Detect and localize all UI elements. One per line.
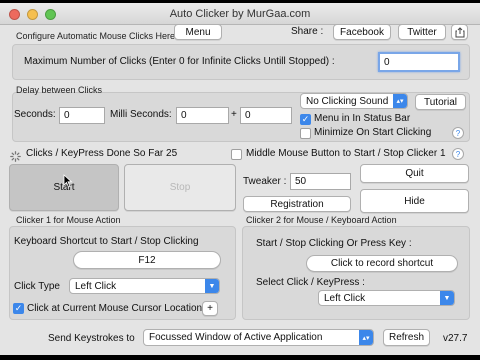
delay-label: Delay between Clicks <box>16 85 103 95</box>
plus-label: + <box>231 109 237 120</box>
cursor-icon <box>63 174 73 188</box>
click-keypress-value: Left Click <box>324 292 366 304</box>
click-keypress-select[interactable]: Left Click ▼ <box>318 290 455 306</box>
record-shortcut-button[interactable]: Click to record shortcut <box>306 255 458 272</box>
chevron-down-icon: ▼ <box>440 291 454 305</box>
menu-button[interactable]: Menu <box>174 24 222 40</box>
registration-button[interactable]: Registration <box>243 196 351 212</box>
tutorial-button[interactable]: Tutorial <box>415 94 466 110</box>
menu-status-bar-label: Menu in In Status Bar <box>314 113 411 124</box>
refresh-button[interactable]: Refresh <box>383 329 430 346</box>
click-type-value: Left Click <box>75 280 117 292</box>
chevron-updown-icon: ▴▾ <box>393 94 407 108</box>
sound-select-value: No Clicking Sound <box>306 95 389 107</box>
twitter-button[interactable]: Twitter <box>398 24 446 40</box>
middle-mouse-label: Middle Mouse Button to Start / Stop Clic… <box>246 148 446 159</box>
cursor-location-checkbox[interactable]: ✓ <box>13 303 24 314</box>
max-clicks-input[interactable]: 0 <box>378 52 460 72</box>
milliseconds-input[interactable]: 0 <box>176 107 229 124</box>
help-icon[interactable]: ? <box>452 127 464 139</box>
extra-delay-input[interactable]: 0 <box>240 107 292 124</box>
minimize-on-start-checkbox[interactable] <box>300 128 311 139</box>
facebook-button[interactable]: Facebook <box>333 24 391 40</box>
share-label: Share : <box>291 26 324 37</box>
app-window: Auto Clicker by MurGaa.com Configure Aut… <box>0 3 480 355</box>
start-stop-key-label: Start / Stop Clicking Or Press Key : <box>256 238 412 249</box>
spinner-icon <box>10 149 21 162</box>
window-title: Auto Clicker by MurGaa.com <box>169 8 311 20</box>
middle-mouse-checkbox[interactable] <box>231 149 242 160</box>
title-bar: Auto Clicker by MurGaa.com <box>0 3 480 25</box>
minimize-on-start-label: Minimize On Start Clicking <box>314 127 432 138</box>
cursor-location-label: Click at Current Mouse Cursor Location <box>27 303 203 314</box>
send-keystrokes-label: Send Keystrokes to <box>48 333 135 344</box>
max-clicks-label: Maximum Number of Clicks (Enter 0 for In… <box>24 56 335 67</box>
configure-label: Configure Automatic Mouse Clicks Here <box>16 31 176 41</box>
clicker2-title: Clicker 2 for Mouse / Keyboard Action <box>246 215 397 225</box>
select-click-label: Select Click / KeyPress : <box>256 277 365 288</box>
sound-select[interactable]: No Clicking Sound ▴▾ <box>300 93 408 109</box>
milliseconds-label: Milli Seconds: <box>110 109 172 120</box>
clicker1-title: Clicker 1 for Mouse Action <box>16 215 121 225</box>
keystroke-target-value: Focussed Window of Active Application <box>149 332 323 343</box>
menu-status-bar-checkbox[interactable]: ✓ <box>300 114 311 125</box>
tweaker-label: Tweaker : <box>243 176 287 187</box>
help-icon-middle[interactable]: ? <box>452 148 464 160</box>
shortcut-button[interactable]: F12 <box>73 251 221 269</box>
click-type-label: Click Type <box>14 281 60 292</box>
share-icon[interactable] <box>451 24 468 40</box>
add-button[interactable]: + <box>202 301 218 316</box>
version-label: v27.7 <box>443 333 468 344</box>
keystroke-target-select[interactable]: Focussed Window of Active Application ▴▾ <box>143 329 374 346</box>
seconds-input[interactable]: 0 <box>59 107 105 124</box>
shortcut-label: Keyboard Shortcut to Start / Stop Clicki… <box>14 236 199 247</box>
seconds-label: Seconds: <box>14 109 56 120</box>
stop-button[interactable]: Stop <box>124 164 236 211</box>
click-type-select[interactable]: Left Click ▼ <box>69 278 220 294</box>
chevron-updown-icon: ▴▾ <box>359 330 373 345</box>
chevron-down-icon: ▼ <box>205 279 219 293</box>
tweaker-input[interactable]: 50 <box>290 173 351 190</box>
hide-button[interactable]: Hide <box>360 189 469 213</box>
quit-button[interactable]: Quit <box>360 164 469 183</box>
clicks-done-status: Clicks / KeyPress Done So Far 25 <box>26 148 178 159</box>
